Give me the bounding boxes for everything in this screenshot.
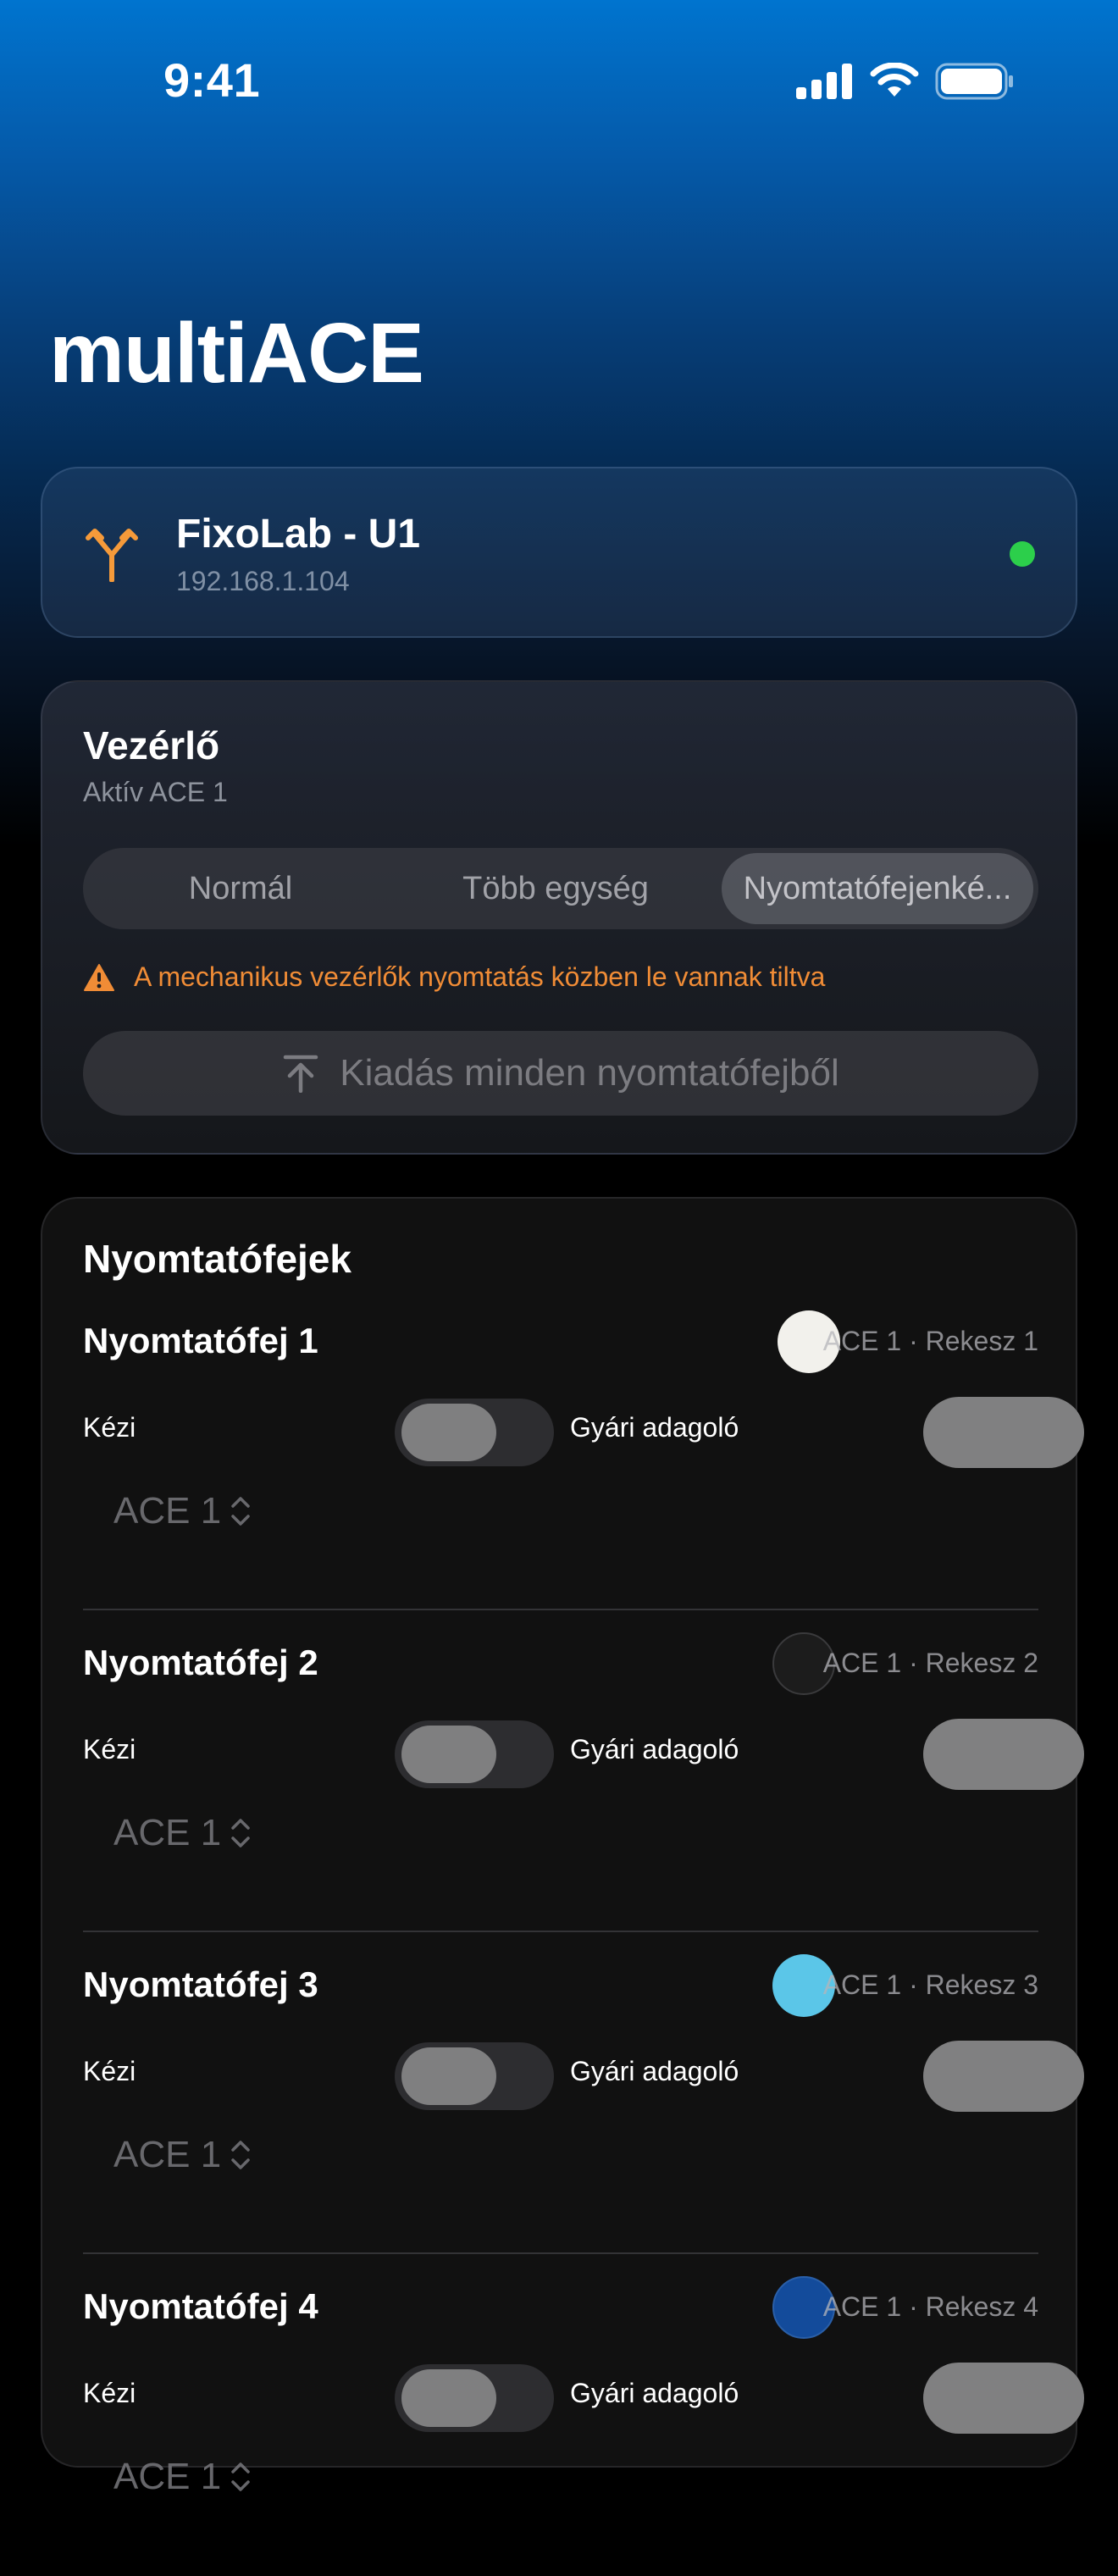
toolheads-card: Nyomtatófejek Nyomtatófej 1 ACE 1 · Reke… — [41, 1197, 1084, 2497]
toggle-knob — [401, 2369, 496, 2427]
ace-select[interactable]: ACE 1 — [113, 2134, 252, 2176]
toolhead-name: Nyomtatófej 4 — [83, 2286, 318, 2326]
mode-segment-normal[interactable]: Normál — [88, 853, 393, 924]
connection-status-dot — [1010, 541, 1035, 567]
battery-icon — [935, 63, 1013, 100]
fork-icon — [86, 529, 138, 582]
chevron-up-down-icon — [231, 2462, 250, 2491]
controller-subtitle: Aktív ACE 1 — [83, 777, 228, 807]
toggle-knob — [401, 1726, 496, 1783]
toolhead-slot-label: ACE 1 · Rekesz 2 — [822, 1648, 1038, 1678]
ace-select-value: ACE 1 — [113, 2134, 222, 2175]
device-ip: 192.168.1.104 — [176, 566, 350, 596]
mode-segment-multi-unit[interactable]: Több egység — [403, 853, 708, 924]
toolhead-name: Nyomtatófej 3 — [83, 1964, 318, 2004]
manual-label: Kézi — [83, 2378, 136, 2408]
toolhead-slot-label: ACE 1 · Rekesz 4 — [822, 2291, 1038, 2322]
feeder-label: Gyári adagoló — [570, 1734, 739, 1764]
status-bar: 9:41 — [0, 0, 1118, 161]
controller-card: Vezérlő Aktív ACE 1 Normál Több egység N… — [41, 680, 1077, 1155]
toolhead-slot-label: ACE 1 · Rekesz 1 — [822, 1326, 1038, 1356]
toolhead-name: Nyomtatófej 1 — [83, 1321, 318, 1360]
feeder-button[interactable] — [923, 1397, 1084, 1468]
mode-segmented-control: Normál Több egység Nyomtatófejenké... — [83, 848, 1038, 929]
toolhead-row: Nyomtatófej 3 ACE 1 · Rekesz 3 Kézi Gyár… — [83, 1932, 1084, 2254]
chevron-up-down-icon — [231, 2141, 250, 2169]
controller-title: Vezérlő — [83, 723, 220, 767]
ace-select[interactable]: ACE 1 — [113, 1812, 252, 1854]
feeder-button[interactable] — [923, 1719, 1084, 1790]
toolhead-row: Nyomtatófej 4 ACE 1 · Rekesz 4 Kézi Gyár… — [83, 2254, 1084, 2576]
manual-toggle[interactable] — [395, 2364, 554, 2432]
manual-label: Kézi — [83, 1734, 136, 1764]
signal-icon — [796, 64, 852, 99]
warning-text: A mechanikus vezérlők nyomtatás közben l… — [134, 961, 826, 992]
device-card[interactable]: FixoLab - U1 192.168.1.104 — [41, 467, 1077, 638]
chevron-up-down-icon — [231, 1497, 250, 1526]
eject-all-label: Kiadás minden nyomtatófejből — [340, 1052, 839, 1094]
ace-select[interactable]: ACE 1 — [113, 1490, 252, 1532]
manual-label: Kézi — [83, 2056, 136, 2086]
toolheads-title: Nyomtatófejek — [83, 1237, 351, 1281]
toggle-knob — [401, 1404, 496, 1461]
warning-icon — [84, 963, 114, 991]
ace-select-value: ACE 1 — [113, 1812, 222, 1853]
manual-toggle[interactable] — [395, 1720, 554, 1788]
warning-row: A mechanikus vezérlők nyomtatás közben l… — [83, 961, 825, 993]
toolhead-name: Nyomtatófej 2 — [83, 1643, 318, 1682]
feeder-button[interactable] — [923, 2363, 1084, 2434]
eject-all-button[interactable]: Kiadás minden nyomtatófejből — [83, 1031, 1038, 1116]
ace-select[interactable]: ACE 1 — [113, 2456, 252, 2498]
ace-select-value: ACE 1 — [113, 1490, 222, 1532]
manual-label: Kézi — [83, 1412, 136, 1443]
feeder-label: Gyári adagoló — [570, 1412, 739, 1443]
toolhead-row: Nyomtatófej 1 ACE 1 · Rekesz 1 Kézi Gyár… — [83, 1288, 1084, 1610]
page-title: multiACE — [49, 306, 424, 401]
wifi-icon — [870, 63, 919, 97]
chevron-up-down-icon — [231, 1819, 250, 1848]
device-name: FixoLab - U1 — [176, 512, 421, 557]
eject-arrow-icon — [284, 1055, 318, 1093]
status-time: 9:41 — [163, 53, 261, 107]
feeder-label: Gyári adagoló — [570, 2056, 739, 2086]
toggle-knob — [401, 2047, 496, 2105]
feeder-button[interactable] — [923, 2041, 1084, 2112]
ace-select-value: ACE 1 — [113, 2456, 222, 2497]
manual-toggle[interactable] — [395, 1399, 554, 1466]
mode-segment-per-toolhead[interactable]: Nyomtatófejenké... — [722, 853, 1033, 924]
toolhead-row: Nyomtatófej 2 ACE 1 · Rekesz 2 Kézi Gyár… — [83, 1610, 1084, 1932]
feeder-label: Gyári adagoló — [570, 2378, 739, 2408]
status-icons — [796, 63, 1015, 100]
toolhead-slot-label: ACE 1 · Rekesz 3 — [822, 1969, 1038, 2000]
manual-toggle[interactable] — [395, 2042, 554, 2110]
